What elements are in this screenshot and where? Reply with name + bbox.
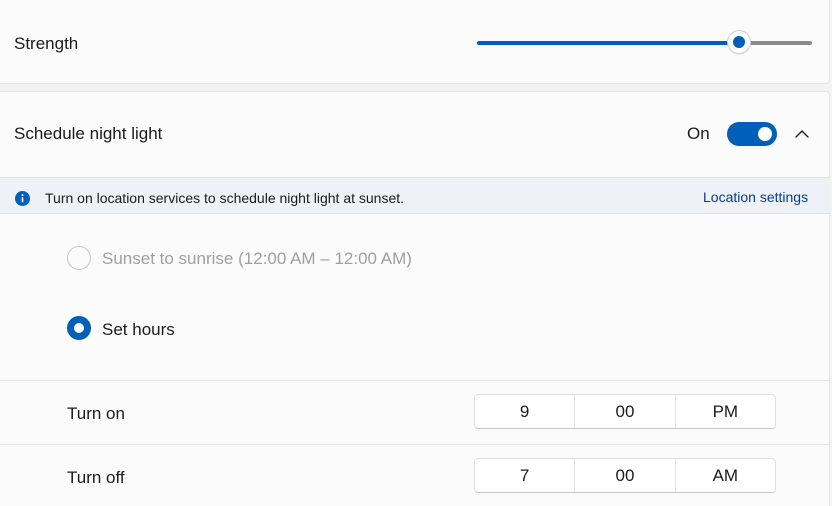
strength-slider-thumb[interactable]: [728, 31, 750, 53]
set-hours-label[interactable]: Set hours: [102, 320, 175, 340]
toggle-state-label: On: [687, 124, 710, 143]
schedule-toggle[interactable]: [727, 122, 777, 146]
toggle-knob: [758, 127, 772, 141]
chevron-up-icon[interactable]: [792, 124, 812, 144]
schedule-night-light-label: Schedule night light: [14, 124, 163, 143]
strength-slider-fill[interactable]: [477, 41, 739, 45]
turn-on-time-picker[interactable]: 9 00 PM: [474, 394, 776, 429]
info-icon: [15, 191, 30, 206]
turn-off-period[interactable]: AM: [676, 459, 775, 492]
turn-off-minute[interactable]: 00: [575, 459, 676, 492]
turn-on-hour[interactable]: 9: [475, 395, 576, 428]
slider-thumb-center: [733, 36, 745, 48]
divider: [0, 444, 830, 445]
radio-dot: [74, 323, 84, 333]
location-settings-link[interactable]: Location settings: [703, 189, 808, 205]
set-hours-radio[interactable]: [67, 316, 91, 340]
turn-off-label: Turn off: [67, 468, 125, 487]
turn-on-minute[interactable]: 00: [575, 395, 676, 428]
strength-label: Strength: [14, 34, 79, 53]
sunset-to-sunrise-label: Sunset to sunrise (12:00 AM – 12:00 AM): [102, 249, 412, 268]
turn-off-time-picker[interactable]: 7 00 AM: [474, 458, 776, 493]
sunset-to-sunrise-radio: [67, 246, 91, 270]
divider: [0, 380, 830, 381]
turn-on-label: Turn on: [67, 404, 125, 423]
turn-on-period[interactable]: PM: [676, 395, 775, 428]
info-message: Turn on location services to schedule ni…: [45, 190, 405, 206]
turn-off-hour[interactable]: 7: [475, 459, 576, 492]
